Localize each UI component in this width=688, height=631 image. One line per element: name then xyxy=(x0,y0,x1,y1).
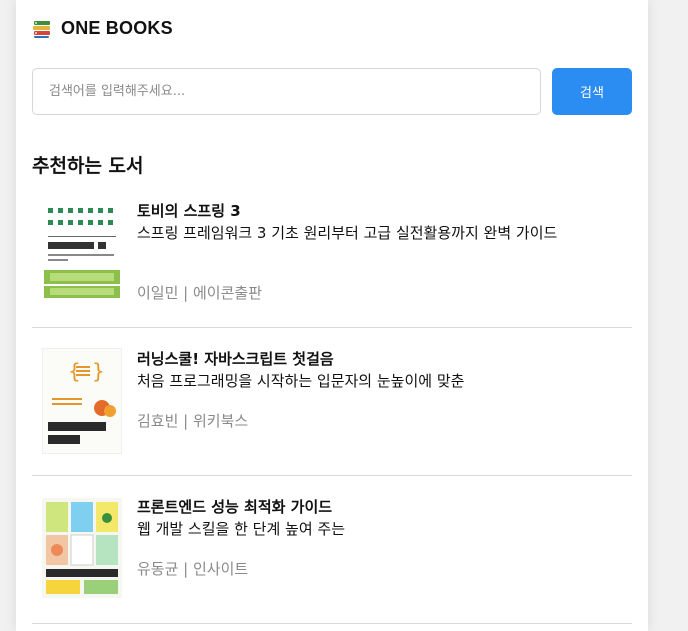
search-button[interactable]: 검색 xyxy=(552,68,632,115)
book-title: 토비의 스프링 3 xyxy=(137,202,241,220)
book-cover-image[interactable]: { } xyxy=(41,347,123,455)
book-author-publisher: 이일민 | 에이콘출판 xyxy=(137,284,262,302)
search-input[interactable] xyxy=(32,68,541,115)
book-text: 러닝스쿨! 자바스크립트 첫걸음 처음 프로그래밍을 시작하는 입문자의 눈높이… xyxy=(137,348,577,392)
book-description: 웹 개발 스킬을 한 단계 높여 주는 xyxy=(137,520,346,538)
book-cover-image[interactable] xyxy=(42,202,122,306)
book-list: 토비의 스프링 3 스프링 프레임워크 3 기초 원리부터 고급 실전활용까지 … xyxy=(32,190,632,624)
main-panel: ONE BOOKS 검색 추천하는 도서 xyxy=(16,0,648,631)
book-text: 토비의 스프링 3 스프링 프레임워크 3 기초 원리부터 고급 실전활용까지 … xyxy=(137,200,577,244)
book-item[interactable]: { } 러닝스쿨! 자바스크립트 첫걸음 처음 프로그래밍을 시작하는 입문자의… xyxy=(32,328,632,476)
book-title: 러닝스쿨! 자바스크립트 첫걸음 xyxy=(137,350,334,368)
app-title: ONE BOOKS xyxy=(61,18,173,38)
search-bar: 검색 xyxy=(32,68,632,115)
book-item[interactable]: 프론트엔드 성능 최적화 가이드 웹 개발 스킬을 한 단계 높여 주는 유동균… xyxy=(32,476,632,624)
svg-text:}: } xyxy=(92,359,105,383)
book-author-publisher: 김효빈 | 위키북스 xyxy=(137,412,249,430)
book-description: 스프링 프레임워크 3 기초 원리부터 고급 실전활용까지 완벽 가이드 xyxy=(137,224,558,242)
app-header: ONE BOOKS xyxy=(32,18,173,39)
book-cover-image[interactable] xyxy=(42,498,122,598)
book-author-publisher: 유동균 | 인사이트 xyxy=(137,560,249,578)
recommended-section-title: 추천하는 도서 xyxy=(32,155,144,177)
book-title: 프론트엔드 성능 최적화 가이드 xyxy=(137,498,333,516)
book-item[interactable]: 토비의 스프링 3 스프링 프레임워크 3 기초 원리부터 고급 실전활용까지 … xyxy=(32,190,632,328)
book-description: 처음 프로그래밍을 시작하는 입문자의 눈높이에 맞춘 xyxy=(137,372,465,390)
books-stack-icon xyxy=(32,19,52,39)
book-text: 프론트엔드 성능 최적화 가이드 웹 개발 스킬을 한 단계 높여 주는 xyxy=(137,496,577,540)
